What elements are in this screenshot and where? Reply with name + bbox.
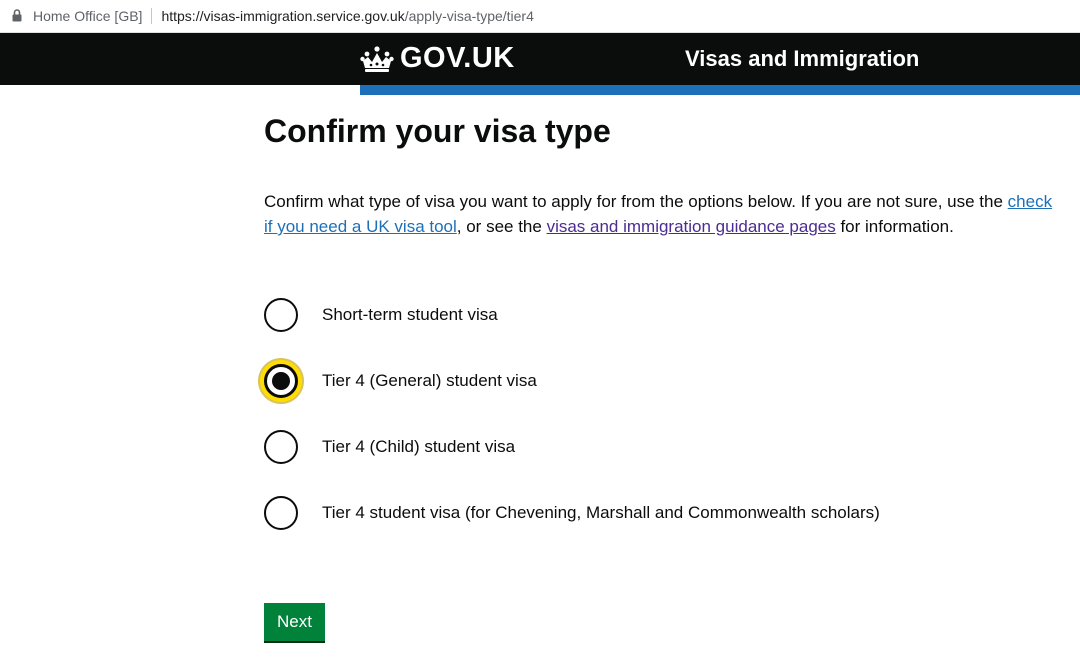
radio-option-tier4-general[interactable]: Tier 4 (General) student visa <box>264 361 537 401</box>
lead-text-before: Confirm what type of visa you want to ap… <box>264 192 1008 211</box>
header-blue-stripe <box>360 85 1080 95</box>
site-owner-label: Home Office [GB] <box>33 8 143 24</box>
lead-text-middle: , or see the <box>456 217 547 236</box>
radio-button-tier4-scholars[interactable] <box>264 496 298 530</box>
radio-label-tier4-scholars: Tier 4 student visa (for Chevening, Mars… <box>322 503 880 522</box>
radio-option-tier4-scholars[interactable]: Tier 4 student visa (for Chevening, Mars… <box>264 493 880 533</box>
lead-paragraph: Confirm what type of visa you want to ap… <box>264 189 1064 239</box>
lock-icon[interactable] <box>12 9 24 23</box>
radio-label-short-term: Short-term student visa <box>322 305 498 324</box>
govuk-logo-text: GOV.UK <box>400 42 515 74</box>
address-separator <box>151 8 153 24</box>
radio-button-tier4-general[interactable] <box>264 364 298 398</box>
radio-option-tier4-child[interactable]: Tier 4 (Child) student visa <box>264 427 515 467</box>
govuk-logo-link[interactable]: GOV.UK <box>360 42 515 75</box>
radio-label-tier4-child: Tier 4 (Child) student visa <box>322 437 516 456</box>
govuk-header: GOV.UK Visas and Immigration <box>0 33 1080 85</box>
lead-text-after: for information. <box>835 217 954 236</box>
radio-option-short-term[interactable]: Short-term student visa <box>264 295 498 335</box>
url-text[interactable]: https://visas-immigration.service.gov.uk… <box>161 8 533 24</box>
url-path: /apply-visa-type/tier4 <box>404 8 534 24</box>
page-title: Confirm your visa type <box>264 113 611 149</box>
service-name-link[interactable]: Visas and Immigration <box>685 46 919 72</box>
radio-button-tier4-child[interactable] <box>264 430 298 464</box>
radio-button-short-term[interactable] <box>264 298 298 332</box>
radio-label-tier4-general: Tier 4 (General) student visa <box>322 371 537 390</box>
guidance-pages-link[interactable]: visas and immigration guidance pages <box>547 217 836 236</box>
url-host: https://visas-immigration.service.gov.uk <box>161 8 405 24</box>
browser-address-bar[interactable]: Home Office [GB] https://visas-immigrati… <box>0 0 1080 33</box>
crown-icon <box>360 45 394 72</box>
next-button[interactable]: Next <box>264 603 325 641</box>
